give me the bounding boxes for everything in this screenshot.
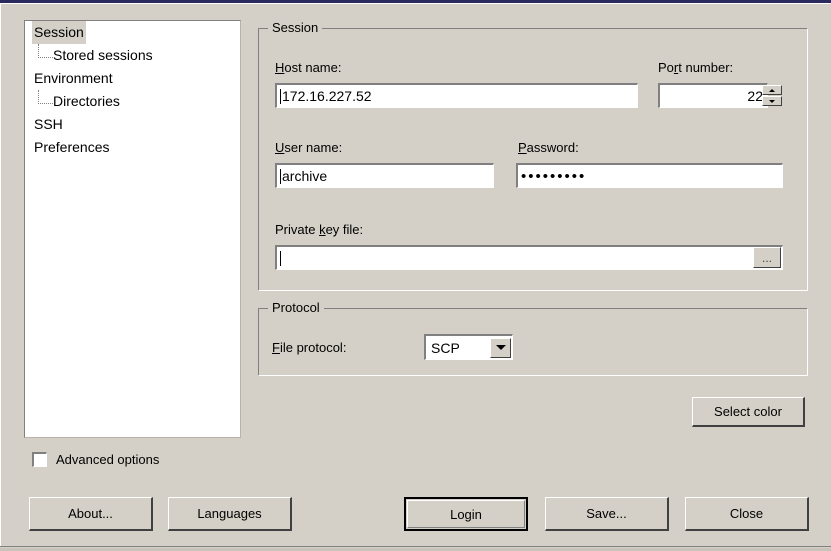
file-protocol-select[interactable]: SCP xyxy=(424,334,513,360)
host-name-label-accel: H xyxy=(275,60,285,75)
tree-item-preferences[interactable]: Preferences xyxy=(25,136,240,159)
port-number-label-text: t number: xyxy=(678,60,734,75)
tree-item-label: Environment xyxy=(34,70,113,86)
tree-item-directories[interactable]: Directories xyxy=(25,90,240,113)
port-number-label-pre: Po xyxy=(658,60,674,75)
host-name-value: 172.16.227.52 xyxy=(282,88,372,104)
login-button-label: Login xyxy=(407,500,525,528)
close-button[interactable]: Close xyxy=(685,497,809,531)
session-groupbox-title: Session xyxy=(268,21,323,35)
user-name-label: User name: xyxy=(275,140,342,156)
text-caret xyxy=(280,88,281,104)
private-key-browse-button[interactable]: ... xyxy=(753,247,781,268)
winscp-login-dialog: Session Stored sessions Environment Dire… xyxy=(0,0,831,551)
settings-category-tree[interactable]: Session Stored sessions Environment Dire… xyxy=(24,20,241,438)
tree-item-label: Directories xyxy=(53,93,120,109)
save-button[interactable]: Save... xyxy=(545,497,669,531)
password-input[interactable]: ••••••••• xyxy=(516,163,783,188)
select-color-button[interactable]: Select color xyxy=(692,397,805,427)
private-key-file-input[interactable] xyxy=(275,245,783,270)
user-name-label-accel: U xyxy=(275,140,285,155)
host-name-label-text: ost name: xyxy=(284,60,342,75)
tree-connector-line xyxy=(38,44,53,58)
tree-item-environment[interactable]: Environment xyxy=(25,67,240,90)
advanced-options-label: Advanced options xyxy=(56,452,160,467)
about-button[interactable]: About... xyxy=(29,497,153,531)
port-number-value: 22 xyxy=(747,88,763,104)
host-name-label: Host name: xyxy=(275,60,341,76)
triangle-down-glyph xyxy=(769,99,775,103)
triangle-up-glyph xyxy=(769,88,775,92)
private-key-label-pre: Private xyxy=(275,222,320,237)
advanced-options-row[interactable]: Advanced options xyxy=(32,452,159,467)
tree-item-ssh[interactable]: SSH xyxy=(25,113,240,136)
text-caret xyxy=(280,168,281,184)
password-label: Password: xyxy=(518,140,579,156)
host-name-input[interactable]: 172.16.227.52 xyxy=(275,83,638,108)
tree-item-stored-sessions[interactable]: Stored sessions xyxy=(25,44,240,67)
tree-item-label: Stored sessions xyxy=(53,47,153,63)
file-protocol-label-accel: F xyxy=(272,340,280,355)
triangle-up-icon[interactable] xyxy=(762,85,782,95)
private-key-label-text: ey file: xyxy=(325,222,364,237)
port-number-stepper[interactable] xyxy=(762,85,782,106)
protocol-groupbox-title: Protocol xyxy=(268,301,324,315)
text-caret xyxy=(280,250,281,266)
password-label-text: assword: xyxy=(526,140,579,155)
file-protocol-label: File protocol: xyxy=(272,340,346,356)
tree-connector-line xyxy=(38,90,53,104)
tree-item-label: Preferences xyxy=(34,139,110,155)
port-number-label: Port number: xyxy=(658,60,733,76)
tree-item-label: Session xyxy=(32,21,86,44)
login-button[interactable]: Login xyxy=(404,497,528,531)
languages-button[interactable]: Languages xyxy=(168,497,292,531)
private-key-file-label: Private key file: xyxy=(275,222,363,238)
password-value: ••••••••• xyxy=(521,167,587,185)
file-protocol-label-text: ile protocol: xyxy=(279,340,347,355)
triangle-down-icon[interactable] xyxy=(762,96,782,106)
chevron-down-icon[interactable] xyxy=(490,337,511,358)
password-label-accel: P xyxy=(518,140,527,155)
tree-item-label: SSH xyxy=(34,116,63,132)
tree-item-session[interactable]: Session xyxy=(25,21,240,44)
advanced-options-checkbox[interactable] xyxy=(32,452,47,467)
user-name-input[interactable]: archive xyxy=(275,163,494,188)
chevron-down-glyph xyxy=(495,345,506,350)
port-number-input[interactable]: 22 xyxy=(658,83,768,108)
user-name-label-text: ser name: xyxy=(284,140,343,155)
user-name-value: archive xyxy=(282,168,328,184)
file-protocol-value: SCP xyxy=(431,339,460,356)
